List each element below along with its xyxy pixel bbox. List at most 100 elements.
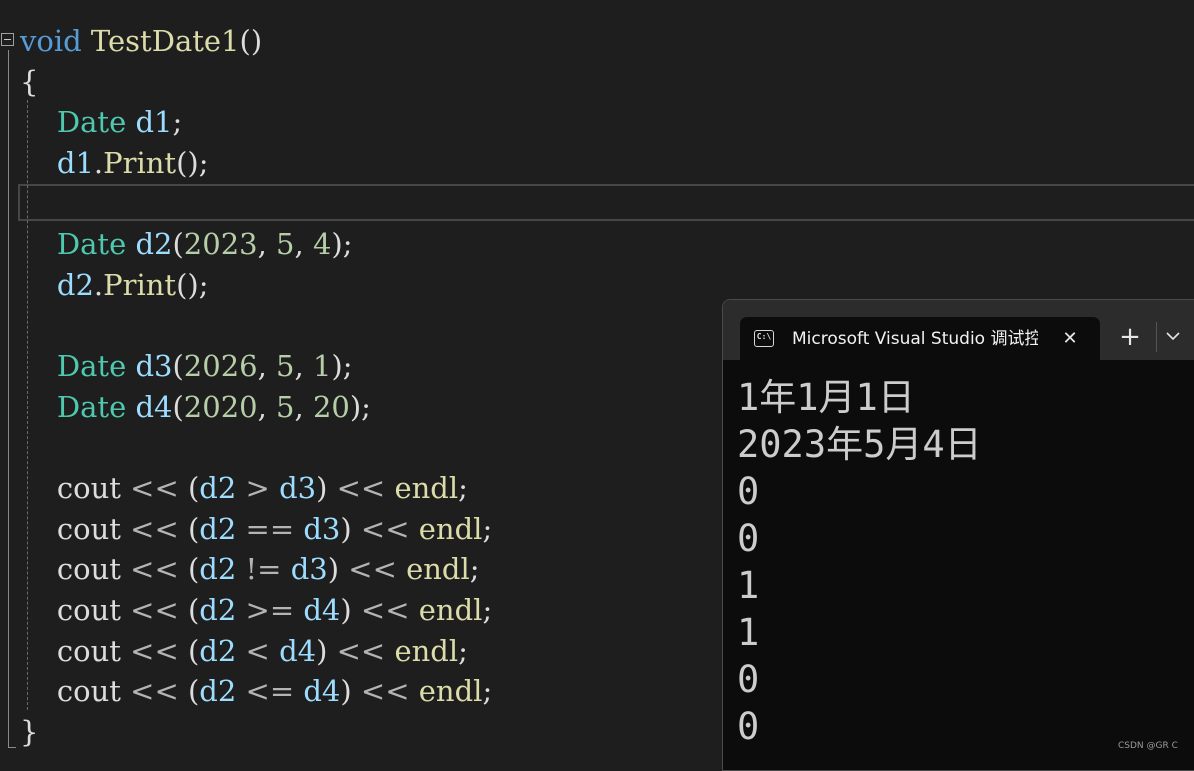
code-token: cout [56, 593, 121, 628]
code-token: Print [103, 145, 177, 180]
code-token: cout [56, 511, 121, 546]
code-token: { [20, 64, 39, 99]
code-line: Date d3(2026, 5, 1); [20, 346, 353, 386]
code-token: cout [56, 552, 121, 587]
code-token: ) [340, 511, 352, 546]
code-token: << [327, 471, 395, 506]
code-token: << [120, 593, 188, 628]
code-token: <= [236, 674, 304, 709]
code-line: { [20, 62, 38, 102]
code-line: cout << (d2 <= d4) << endl; [20, 671, 492, 711]
code-token: 2026 [183, 349, 258, 384]
code-token: == [236, 511, 304, 546]
code-token: d2 [135, 227, 173, 262]
code-token: ( [187, 593, 200, 628]
console-icon: C:\ [754, 330, 774, 347]
code-token: << [120, 511, 188, 546]
code-token: endl [394, 633, 459, 668]
code-token: ; [172, 105, 183, 140]
code-token: ; [482, 674, 493, 709]
code-line: void TestDate1() [20, 21, 262, 61]
code-token: ) [316, 471, 328, 506]
code-token: void [20, 24, 82, 58]
code-token: 5 [276, 349, 295, 384]
code-token: << [120, 471, 188, 506]
code-token: endl [418, 593, 483, 628]
code-token: << [120, 633, 188, 668]
fold-region-line [8, 50, 9, 748]
code-token: << [120, 552, 188, 587]
code-token: d2 [199, 552, 237, 587]
code-token: cout [56, 471, 121, 506]
code-token: d3 [279, 471, 317, 506]
tab-strip: C:\ Microsoft Visual Studio 调试控制台 ✕ + [723, 300, 1194, 361]
code-line: Date d2(2023, 5, 4); [20, 224, 353, 264]
code-token: 5 [276, 389, 295, 424]
code-token: d1 [135, 105, 173, 140]
code-token: d3 [135, 349, 173, 384]
code-token: ) [316, 633, 328, 668]
code-token: Date [56, 105, 127, 140]
code-token: ); [331, 349, 353, 384]
code-token: , [294, 349, 313, 384]
code-token: TestDate1 [90, 24, 240, 58]
tab-debug-console[interactable]: C:\ Microsoft Visual Studio 调试控制台 ✕ [740, 317, 1100, 361]
code-token: << [339, 552, 407, 587]
code-token: , [294, 227, 313, 262]
code-token: , [257, 349, 277, 384]
code-token: d2 [199, 593, 237, 628]
code-line: Date d1; [20, 102, 182, 142]
code-token: ; [469, 552, 480, 587]
code-token: (); [176, 267, 209, 302]
code-line: cout << (d2 != d3) << endl; [20, 549, 480, 589]
code-token: Date [56, 349, 127, 384]
code-token: ( [187, 471, 200, 506]
fold-region-end [8, 747, 16, 748]
collapse-minus-icon[interactable] [1, 33, 14, 46]
code-token: cout [56, 633, 121, 668]
code-token: 4 [312, 227, 332, 262]
code-line: Date d4(2020, 5, 20); [20, 387, 371, 427]
code-token: ( [187, 674, 200, 709]
new-tab-button[interactable]: + [1115, 322, 1145, 352]
code-token: d2 [56, 267, 94, 302]
code-token: ); [349, 389, 371, 424]
debug-console-window[interactable]: C:\ Microsoft Visual Studio 调试控制台 ✕ + 1年… [722, 299, 1194, 771]
code-token: (); [176, 145, 209, 180]
code-token: > [236, 471, 280, 506]
code-token: Date [56, 389, 127, 424]
code-token: 5 [276, 227, 295, 262]
code-token: . [93, 145, 104, 180]
code-token: endl [418, 511, 483, 546]
code-token: d2 [199, 674, 237, 709]
close-icon[interactable]: ✕ [1058, 327, 1082, 351]
code-token: ; [458, 633, 468, 668]
console-line: 1年1月1日 [737, 376, 915, 419]
code-line: d2.Print(); [20, 265, 209, 305]
code-token: ); [331, 227, 353, 262]
code-line: d1.Print(); [20, 143, 209, 183]
code-token: } [20, 715, 39, 750]
code-token: ) [340, 674, 352, 709]
code-token: . [93, 267, 104, 302]
code-token: ; [482, 593, 493, 628]
code-token: Date [56, 227, 127, 262]
chevron-down-icon[interactable] [1160, 322, 1188, 352]
code-token: d1 [56, 145, 94, 180]
code-token: Print [103, 267, 177, 302]
code-token: ( [172, 227, 184, 262]
code-token: 2020 [183, 389, 258, 424]
console-line: 0 [737, 517, 760, 560]
code-token: d4 [279, 633, 317, 668]
console-line: 0 [737, 658, 760, 701]
console-output: 1年1月1日 2023年5月4日 0 0 1 1 0 0 [737, 374, 982, 750]
